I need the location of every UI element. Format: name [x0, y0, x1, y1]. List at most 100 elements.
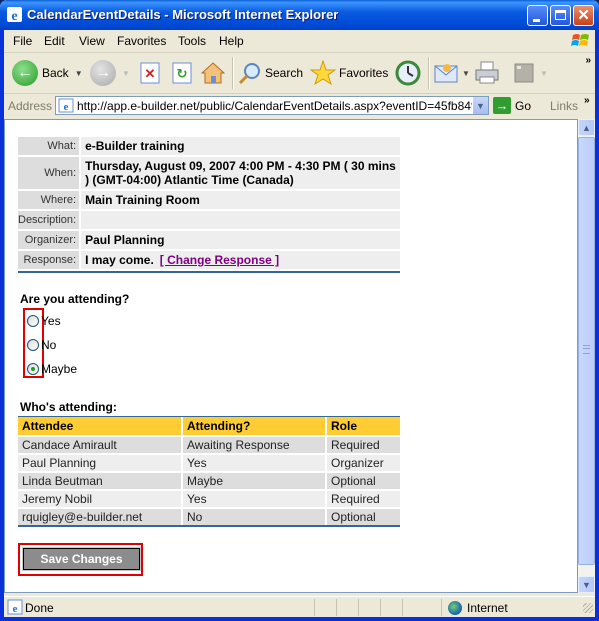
menu-view[interactable]: View — [79, 34, 105, 48]
minimize-button[interactable] — [527, 5, 548, 26]
attendee-status: Awaiting Response — [183, 435, 327, 453]
detail-label: When: — [18, 157, 82, 189]
attendee-status: No — [183, 507, 327, 525]
column-header-attendee: Attendee — [18, 417, 183, 435]
attendee-name: rquigley@e-builder.net — [18, 507, 183, 525]
address-dropdown-button[interactable]: ▼ — [472, 97, 488, 114]
attendee-name: Paul Planning — [18, 453, 183, 471]
attendee-role: Optional — [327, 507, 400, 525]
page-content: What: e-Builder training When: Thursday,… — [4, 119, 578, 593]
svg-text:e: e — [13, 603, 18, 615]
status-cell — [380, 599, 401, 616]
address-input[interactable]: e http://app.e-builder.net/public/Calend… — [55, 96, 489, 115]
detail-value: Main Training Room — [81, 191, 400, 209]
menu-edit[interactable]: Edit — [44, 34, 65, 48]
menu-tools[interactable]: Tools — [178, 34, 206, 48]
save-changes-button[interactable]: Save Changes — [22, 547, 141, 571]
attendee-role: Optional — [327, 471, 400, 489]
attendee-name: Jeremy Nobil — [18, 489, 183, 507]
attendees-table: Attendee Attending? Role Candace Amiraul… — [18, 416, 400, 527]
toolbar: ← Back ▼ → ▼ ✕ ↻ Search Favorites ▼ ▼ » — [4, 53, 595, 94]
attendee-status: Maybe — [183, 471, 327, 489]
edit-button[interactable]: ▼ — [514, 57, 548, 89]
mail-dropdown-icon[interactable]: ▼ — [462, 69, 470, 78]
grip-icon — [583, 345, 590, 354]
resize-grip-icon[interactable] — [583, 603, 593, 613]
detail-label: Response: — [18, 251, 82, 269]
detail-label: Organizer: — [18, 231, 82, 249]
attending-question-heading: Are you attending? — [20, 292, 130, 306]
back-dropdown-icon[interactable]: ▼ — [75, 69, 83, 78]
detail-row-response: Response: I may come. [ Change Response ] — [18, 251, 400, 269]
radio-yes[interactable] — [27, 315, 39, 327]
radio-no[interactable] — [27, 339, 39, 351]
detail-row-when: When: Thursday, August 09, 2007 4:00 PM … — [18, 157, 400, 189]
detail-row-description: Description: — [18, 211, 400, 229]
detail-value — [81, 211, 400, 229]
links-label[interactable]: Links — [550, 99, 578, 113]
scrollbar-thumb[interactable] — [578, 137, 595, 565]
radio-option-yes[interactable]: Yes — [27, 314, 61, 328]
chevron-down-icon: ▼ — [582, 579, 591, 590]
vertical-scrollbar[interactable]: ▲ ▼ — [578, 119, 595, 593]
history-button[interactable] — [395, 57, 421, 89]
scroll-down-button[interactable]: ▼ — [578, 576, 595, 593]
mail-icon — [434, 64, 458, 83]
back-label: Back — [42, 66, 69, 80]
radio-maybe[interactable] — [27, 363, 39, 375]
menu-help[interactable]: Help — [219, 34, 244, 48]
window-frame-left — [0, 30, 4, 621]
refresh-icon: ↻ — [172, 62, 192, 84]
globe-icon — [448, 600, 462, 615]
detail-value: Paul Planning — [81, 231, 400, 249]
table-row: Paul Planning Yes Organizer — [18, 453, 400, 471]
favorites-button[interactable]: Favorites — [310, 57, 388, 89]
radio-label: Yes — [41, 314, 61, 328]
refresh-button[interactable]: ↻ — [172, 57, 192, 89]
chevron-up-icon: ▲ — [582, 122, 591, 133]
menu-favorites[interactable]: Favorites — [117, 34, 166, 48]
attendee-name: Linda Beutman — [18, 471, 183, 489]
page-status-icon: e — [7, 599, 23, 615]
change-response-link[interactable]: [ Change Response ] — [160, 253, 279, 267]
detail-row-where: Where: Main Training Room — [18, 191, 400, 209]
title-bar: e CalendarEventDetails - Microsoft Inter… — [0, 0, 599, 30]
address-label: Address — [8, 99, 53, 113]
home-button[interactable] — [201, 57, 225, 89]
detail-value: Thursday, August 09, 2007 4:00 PM - 4:30… — [81, 157, 400, 189]
window-title: CalendarEventDetails - Microsoft Interne… — [27, 7, 339, 22]
svg-text:↻: ↻ — [177, 67, 188, 82]
detail-row-what: What: e-Builder training — [18, 137, 400, 155]
radio-option-no[interactable]: No — [27, 338, 56, 352]
radio-option-maybe[interactable]: Maybe — [27, 362, 77, 376]
menu-bar: File Edit View Favorites Tools Help — [4, 30, 595, 53]
status-bar: e Done Internet — [4, 596, 595, 618]
stop-button[interactable]: ✕ — [140, 57, 160, 89]
print-button[interactable] — [474, 57, 500, 89]
back-button[interactable]: ← Back ▼ — [12, 57, 83, 89]
links-more-chevron[interactable]: » — [584, 95, 590, 106]
go-button[interactable]: → Go — [493, 97, 531, 114]
zone-label: Internet — [467, 600, 508, 615]
attendees-header-row: Attendee Attending? Role — [18, 417, 400, 435]
mail-button[interactable]: ▼ — [434, 57, 470, 89]
scroll-up-button[interactable]: ▲ — [578, 119, 595, 136]
forward-arrow-icon: → — [90, 60, 116, 86]
status-text: Done — [25, 601, 54, 615]
table-row: Linda Beutman Maybe Optional — [18, 471, 400, 489]
attendee-status: Yes — [183, 489, 327, 507]
forward-button[interactable]: → ▼ — [90, 57, 130, 89]
toolbar-more-chevron[interactable]: » — [585, 55, 591, 66]
detail-label: Description: — [18, 211, 82, 229]
back-arrow-icon: ← — [12, 60, 38, 86]
ie-logo-icon: e — [7, 7, 22, 23]
attendee-status: Yes — [183, 453, 327, 471]
close-button[interactable]: ✕ — [573, 5, 594, 26]
detail-row-organizer: Organizer: Paul Planning — [18, 231, 400, 249]
search-label: Search — [265, 66, 304, 80]
detail-value: e-Builder training — [81, 137, 400, 155]
table-row: Jeremy Nobil Yes Required — [18, 489, 400, 507]
maximize-button[interactable] — [550, 5, 571, 26]
menu-file[interactable]: File — [13, 34, 32, 48]
search-button[interactable]: Search — [238, 57, 303, 89]
